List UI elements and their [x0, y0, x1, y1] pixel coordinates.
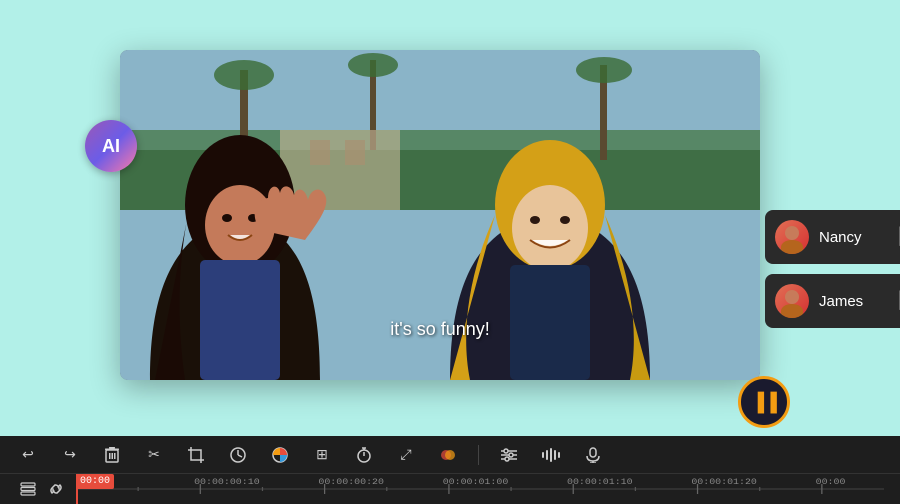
svg-text:00:00:00:10: 00:00:00:10 — [194, 477, 260, 487]
speaker-panel-nancy[interactable]: Nancy ▐▐▐ — [765, 210, 900, 264]
delete-button[interactable] — [100, 443, 124, 467]
svg-text:00:00:00:20: 00:00:00:20 — [318, 477, 384, 487]
svg-text:00:00:01:20: 00:00:01:20 — [691, 477, 757, 487]
svg-text:00:00: 00:00 — [816, 477, 846, 487]
waveform-icon-james: ▐▐▐ — [894, 292, 900, 310]
voice-button[interactable] — [581, 443, 605, 467]
speaker-avatar-james — [775, 284, 809, 318]
svg-text:00:00:01:10: 00:00:01:10 — [567, 477, 633, 487]
video-container: it's so funny! Nancy ▐▐▐ James ▐▐▐ — [120, 50, 760, 380]
cut-button[interactable]: ✂ — [142, 443, 166, 467]
filter-button[interactable] — [497, 443, 521, 467]
speaker-name-james: James — [819, 293, 884, 310]
speaker-avatar-nancy — [775, 220, 809, 254]
toolbar: ↩ ↪ ✂ — [0, 436, 900, 504]
crop-button[interactable] — [184, 443, 208, 467]
speaker-name-nancy: Nancy — [819, 229, 884, 246]
video-subtitle: it's so funny! — [390, 319, 489, 340]
timer-button[interactable] — [352, 443, 376, 467]
svg-text:00:00:01:00: 00:00:01:00 — [443, 477, 509, 487]
waveform-icon-nancy: ▐▐▐ — [894, 228, 900, 246]
speed-button[interactable] — [226, 443, 250, 467]
layers-button[interactable] — [16, 477, 40, 501]
undo-button[interactable]: ↩ — [16, 443, 40, 467]
link-button[interactable] — [44, 477, 68, 501]
toolbar-top: ↩ ↪ ✂ — [0, 436, 900, 474]
video-frame: it's so funny! — [120, 50, 760, 380]
redo-button[interactable]: ↪ — [58, 443, 82, 467]
timeline-ruler[interactable]: 00:00 00:00:00:10 — [76, 474, 884, 504]
ai-badge: AI — [85, 120, 137, 172]
toolbar-bottom: 00:00 00:00:00:10 — [0, 474, 900, 504]
timeline-ticks: 00:00:00:10 00:00:00:20 00:00:01:00 00:0… — [76, 474, 884, 504]
transform-button[interactable]: ⊞ — [310, 443, 334, 467]
blend-button[interactable] — [436, 443, 460, 467]
toolbar-divider-1 — [478, 445, 479, 465]
expand-button[interactable]: ⤢ — [394, 443, 418, 467]
ai-edit-icon: ▐▐ — [751, 392, 777, 413]
current-timecode: 00:00 — [76, 474, 114, 489]
audio-button[interactable] — [539, 443, 563, 467]
speaker-panel-james[interactable]: James ▐▐▐ — [765, 274, 900, 328]
color-button[interactable] — [268, 443, 292, 467]
floating-ai-button[interactable]: ▐▐ — [738, 376, 790, 428]
